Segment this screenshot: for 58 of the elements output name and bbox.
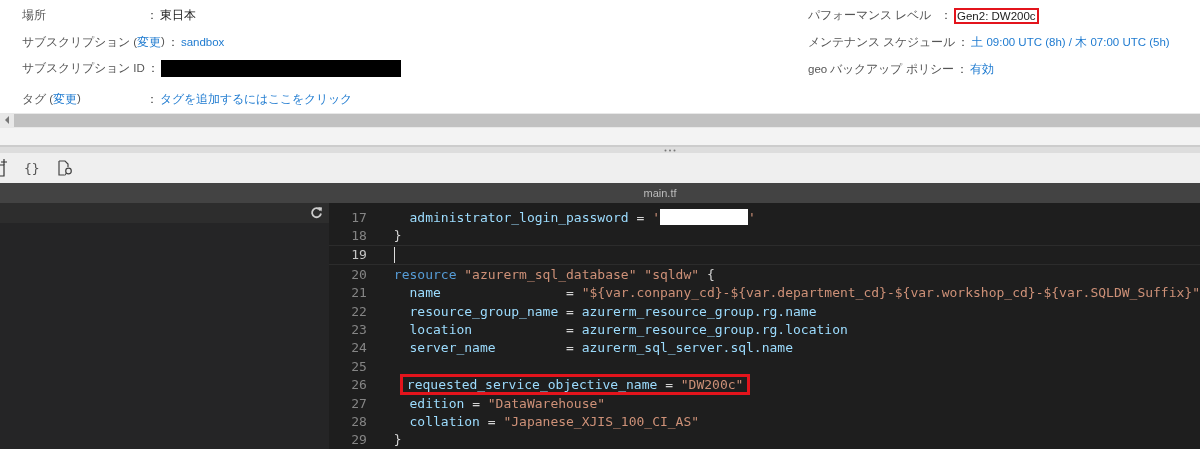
property-link[interactable]: 土 09:00 UTC (8h) / 木 07:00 UTC (5h) [971,35,1170,50]
text-cursor [393,246,395,263]
line-number: 20 [350,266,367,282]
colon: ： [146,61,159,77]
code-text: server_name = azurerm_sql_server.sql.name [408,340,793,356]
line-number: 18 [350,228,367,243]
line-number: 19 [350,247,367,263]
line-number: 27 [350,395,367,411]
code-text: } [393,432,402,448]
refresh-icon[interactable] [309,206,323,220]
property-label: メンテナンス スケジュール [808,35,956,50]
property-link[interactable]: sandbox [180,36,225,49]
property-link[interactable]: 有効 [969,62,994,77]
scroll-left-icon[interactable] [4,116,10,125]
line-number: 21 [350,285,367,301]
grip-icon[interactable] [664,148,676,152]
code-text: edition = "DataWarehouse" [408,395,606,411]
code-text: name = "${var.conpany_cd}-${var.department_cd}-${var.workshop_cd}-${var.SQLDW_Suffix}" [408,285,1200,301]
code-text: requested_service_objective_name = "DW200c" [406,377,744,393]
property-label: ) [77,92,81,107]
property-label: ) [161,34,165,47]
code-text: resource_group_name = azurerm_resource_group.rg.name [408,303,817,319]
property-label: 場所 [22,7,47,23]
colon: ： [146,7,158,23]
code-text: resource "azurerm_sql_database" "sqldw" { [393,266,715,282]
change-link[interactable]: 変更 [137,34,162,50]
property-link[interactable]: タグを追加するにはここをクリック [160,92,352,108]
line-number: 17 [350,209,367,225]
line-number: 29 [350,432,367,448]
property-label: サブスクリプション ( [22,34,138,50]
colon: ： [940,8,952,23]
line-number: 23 [350,321,367,337]
colon: ： [166,34,179,50]
line-number: 28 [350,413,367,429]
line-number: 24 [350,340,367,356]
change-link[interactable]: 変更 [53,92,78,108]
new-file-icon[interactable] [0,159,8,178]
property-label: タグ ( [22,92,54,108]
format-button[interactable]: {} [24,160,40,176]
line-number: 25 [350,358,367,374]
code-text: ' [747,209,756,225]
colon: ： [957,35,970,50]
colon: ： [955,62,968,77]
code-text: collation = "Japanese_XJIS_100_CI_AS" [408,413,700,429]
file-search-icon[interactable] [55,159,74,178]
code-text: administrator_login_password = ' [408,209,660,225]
property-value: Gen2: DW200c [954,7,1039,24]
file-name: main.tf [643,187,677,200]
property-label: サブスクリプション ID [22,61,145,77]
property-label: パフォーマンス レベル [808,8,933,23]
code-text: } [393,228,402,243]
colon: ： [146,92,158,108]
code-editor[interactable] [328,202,1200,449]
code-text: location = azurerm_resource_group.rg.location [408,321,848,337]
line-number: 22 [350,303,367,319]
property-label: geo バックアップ ポリシー [808,62,954,77]
line-number: 26 [350,377,367,393]
property-value: 東日本 [160,7,196,23]
